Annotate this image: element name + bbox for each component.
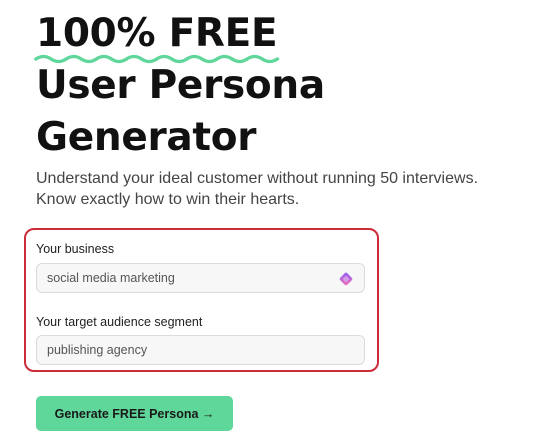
headline-line-2: User Persona (36, 63, 325, 108)
headline-line-1: 100% FREE (34, 8, 536, 64)
assistant-sparkle-icon[interactable] (337, 270, 355, 288)
subtitle-line-2: Know exactly how to win their hearts. (36, 191, 300, 208)
highlight-label: 100% FREE (36, 11, 278, 56)
page-title: 100% FREE User Persona Generator (34, 8, 536, 164)
business-label: Your business (36, 242, 115, 256)
subtitle: Understand your ideal customer without r… (36, 168, 546, 210)
squiggle-underline (34, 54, 280, 64)
highlight-text: 100% FREE (34, 8, 280, 64)
generate-persona-button[interactable]: Generate FREE Persona → (36, 396, 233, 431)
business-input-value: social media marketing (47, 271, 175, 285)
subtitle-line-1: Understand your ideal customer without r… (36, 170, 479, 187)
hero: 100% FREE User Persona Generator (34, 8, 536, 164)
audience-input-value: publishing agency (47, 343, 148, 357)
audience-label: Your target audience segment (36, 315, 203, 329)
business-input[interactable]: social media marketing (36, 263, 365, 293)
generate-button-label: Generate FREE Persona → (54, 406, 215, 421)
audience-input[interactable]: publishing agency (36, 335, 365, 365)
headline-line-3: Generator (36, 115, 257, 160)
